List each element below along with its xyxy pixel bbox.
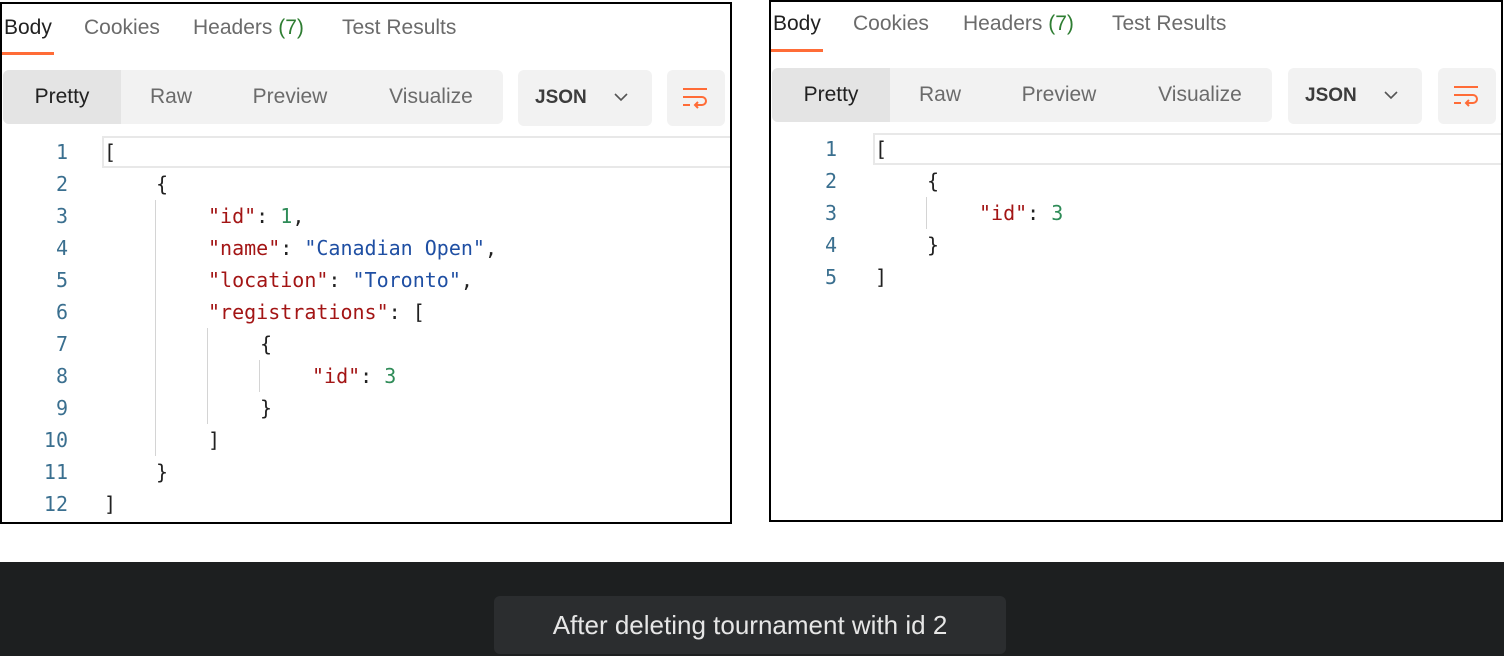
- line-number: 10: [43, 428, 68, 452]
- code-line: "registrations": [: [208, 300, 425, 324]
- line-number: 2: [55, 172, 68, 196]
- code-line: "id": 3: [312, 364, 397, 388]
- active-tab-indicator: [771, 49, 823, 52]
- tab-headers[interactable]: Headers (7): [193, 16, 304, 40]
- wrap-lines-button[interactable]: [1438, 68, 1496, 124]
- json-editor[interactable]: 1 2 3 4 5 [ { "id": 3}]: [771, 131, 1501, 520]
- wrap-lines-button[interactable]: [667, 70, 725, 126]
- wrap-lines-icon: [1454, 86, 1478, 107]
- line-number: 11: [43, 460, 68, 484]
- tab-body[interactable]: Body: [773, 12, 821, 36]
- format-value: JSON: [535, 87, 587, 108]
- code-line: {: [927, 169, 940, 193]
- active-line-highlight: [102, 136, 730, 168]
- mode-visualize[interactable]: Visualize: [1128, 68, 1272, 122]
- headers-count-badge: (7): [278, 16, 304, 39]
- line-number: 2: [824, 169, 837, 193]
- code-line: }: [260, 396, 273, 420]
- tab-headers[interactable]: Headers (7): [963, 12, 1074, 36]
- code-line: {: [260, 332, 273, 356]
- mode-preview[interactable]: Preview: [990, 68, 1128, 122]
- tab-headers-label: Headers: [193, 16, 273, 39]
- code-line: ]: [875, 265, 888, 289]
- response-tabs: Body Cookies Headers (7) Test Results: [771, 2, 1501, 58]
- tab-test-results[interactable]: Test Results: [1112, 12, 1226, 36]
- mode-pretty[interactable]: Pretty: [3, 70, 121, 124]
- code-line: {: [156, 172, 169, 196]
- tab-headers-label: Headers: [963, 12, 1043, 35]
- mode-raw[interactable]: Raw: [890, 68, 990, 122]
- mode-raw[interactable]: Raw: [121, 70, 221, 124]
- code-line: [: [875, 137, 888, 161]
- code-line: }: [156, 460, 169, 484]
- caption-text: After deleting tournament with id 2: [494, 596, 1006, 654]
- line-number: 4: [824, 233, 837, 257]
- line-number: 1: [55, 140, 68, 164]
- active-line-highlight: [873, 133, 1501, 165]
- tab-cookies[interactable]: Cookies: [84, 16, 160, 40]
- mode-visualize[interactable]: Visualize: [359, 70, 503, 124]
- code-line: [: [104, 140, 117, 164]
- view-mode-group: Pretty Raw Preview Visualize: [3, 70, 503, 124]
- line-number: 12: [43, 492, 68, 516]
- line-number: 5: [55, 268, 68, 292]
- indent-guide: [259, 360, 260, 392]
- indent-guide: [926, 197, 927, 229]
- response-tabs: Body Cookies Headers (7) Test Results: [2, 4, 730, 60]
- code-line: "name": "Canadian Open",: [208, 236, 498, 260]
- code-line: "id": 3: [979, 201, 1064, 225]
- tab-body[interactable]: Body: [4, 16, 52, 40]
- code-line: ]: [104, 492, 117, 516]
- format-select[interactable]: JSON: [518, 70, 652, 126]
- format-value: JSON: [1305, 85, 1357, 106]
- wrap-lines-icon: [683, 88, 707, 109]
- line-number: 8: [55, 364, 68, 388]
- response-panel-before: Body Cookies Headers (7) Test Results Pr…: [0, 2, 732, 524]
- tab-test-results[interactable]: Test Results: [342, 16, 456, 40]
- chevron-down-icon: [614, 93, 628, 102]
- mode-preview[interactable]: Preview: [221, 70, 359, 124]
- line-number: 4: [55, 236, 68, 260]
- mode-pretty[interactable]: Pretty: [772, 68, 890, 122]
- code-line: "location": "Toronto",: [208, 268, 473, 292]
- chevron-down-icon: [1384, 91, 1398, 100]
- view-mode-group: Pretty Raw Preview Visualize: [772, 68, 1272, 122]
- line-number: 3: [55, 204, 68, 228]
- format-select[interactable]: JSON: [1288, 68, 1422, 124]
- indent-guide: [207, 328, 208, 424]
- active-tab-indicator: [2, 52, 54, 55]
- caption-bar: After deleting tournament with id 2: [0, 562, 1504, 656]
- json-editor[interactable]: 1 2 3 4 5 6 7 8 9 10 11 12 [ { "id": 1, "na…: [2, 134, 730, 522]
- response-panel-after: Body Cookies Headers (7) Test Results Pr…: [769, 0, 1503, 522]
- line-number: 6: [55, 300, 68, 324]
- line-number: 5: [824, 265, 837, 289]
- line-number: 1: [824, 137, 837, 161]
- code-line: "id": 1,: [208, 204, 305, 228]
- headers-count-badge: (7): [1048, 12, 1074, 35]
- line-number: 9: [55, 396, 68, 420]
- line-number: 7: [55, 332, 68, 356]
- indent-guide: [155, 200, 156, 456]
- code-line: ]: [208, 428, 221, 452]
- tab-cookies[interactable]: Cookies: [853, 12, 929, 36]
- line-number: 3: [824, 201, 837, 225]
- code-line: }: [927, 233, 940, 257]
